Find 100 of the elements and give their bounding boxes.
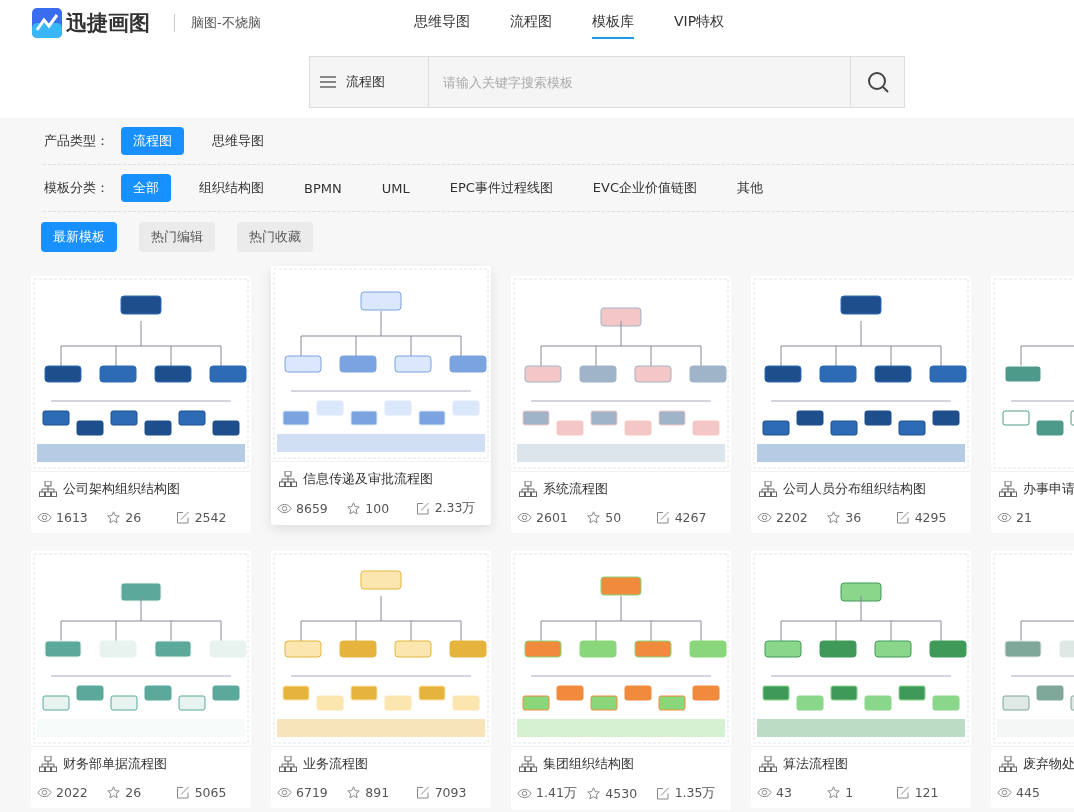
- edit-icon: [655, 511, 671, 524]
- template-title: 集团组织结构图: [543, 755, 634, 773]
- star-icon: [586, 511, 602, 524]
- eye-icon: [997, 786, 1012, 799]
- hierarchy-icon: [519, 481, 537, 497]
- stat-count: 4295: [914, 510, 947, 525]
- stat-count: 2542: [194, 510, 227, 525]
- search-button[interactable]: [851, 56, 905, 108]
- template-card[interactable]: 集团组织结构图 1.41万 4530 1.35万: [511, 551, 731, 810]
- star-icon: [346, 786, 362, 799]
- edit-icon: [175, 511, 191, 524]
- eye-icon: [757, 786, 772, 799]
- stat-count: 26: [125, 785, 142, 800]
- template-title: 业务流程图: [303, 755, 368, 773]
- template-title: 系统流程图: [543, 480, 608, 498]
- stat-count: 1: [845, 785, 854, 800]
- edit-icon: [415, 786, 431, 799]
- nav-link[interactable]: 思维导图: [414, 7, 470, 39]
- template-title: 公司架构组织结构图: [63, 480, 180, 498]
- stat-count: 100: [365, 501, 390, 516]
- star-icon: [586, 787, 602, 800]
- edit-icon: [895, 786, 911, 799]
- nav-link[interactable]: 模板库: [592, 7, 634, 39]
- stat-count: 121: [914, 785, 939, 800]
- filter-option[interactable]: EPC事件过程线图: [437, 174, 565, 202]
- hierarchy-icon: [999, 481, 1017, 497]
- stat-count: 4267: [674, 510, 707, 525]
- template-card[interactable]: 财务部单据流程图 2022 26 5065: [31, 551, 251, 808]
- star-icon: [106, 786, 122, 799]
- stat-count: 36: [845, 510, 862, 525]
- logo-text: 迅捷画图: [66, 10, 150, 37]
- eye-icon: [277, 502, 292, 515]
- stat-count: 2022: [56, 785, 88, 800]
- template-card[interactable]: 公司架构组织结构图 1613 26 2542: [31, 276, 251, 533]
- template-card[interactable]: 信息传递及审批流程图 8659 100 2.33万: [271, 266, 491, 525]
- star-icon: [106, 511, 122, 524]
- stat-count: 1613: [56, 510, 88, 525]
- hierarchy-icon: [759, 481, 777, 497]
- stat-count: 6719: [296, 785, 328, 800]
- eye-icon: [37, 511, 52, 524]
- stat-count: 1.35万: [674, 785, 716, 802]
- filter-option[interactable]: 组织结构图: [187, 174, 276, 202]
- template-title: 公司人员分布组织结构图: [783, 480, 926, 498]
- stat-count: 1.41万: [536, 785, 577, 802]
- template-card[interactable]: 算法流程图 43 1 121: [751, 551, 971, 808]
- search-field[interactable]: 请输入关键字搜索模板: [429, 56, 851, 108]
- stat-count: 2601: [536, 510, 568, 525]
- template-card[interactable]: 业务流程图 6719 891 7093: [271, 551, 491, 808]
- filter-label: 产品类型：: [44, 132, 109, 150]
- star-icon: [826, 786, 842, 799]
- stat-count: 43: [776, 785, 792, 800]
- template-card[interactable]: 废弃物处 445: [991, 551, 1074, 808]
- hierarchy-icon: [759, 756, 777, 772]
- hierarchy-icon: [279, 756, 297, 772]
- eye-icon: [37, 786, 52, 799]
- star-icon: [826, 511, 842, 524]
- edit-icon: [895, 511, 911, 524]
- filter-option[interactable]: UML: [369, 175, 422, 201]
- menu-icon: [320, 76, 336, 88]
- filter-option[interactable]: EVC企业价值链图: [580, 174, 709, 202]
- sort-tab[interactable]: 热门编辑: [139, 222, 215, 252]
- search-icon: [866, 71, 889, 93]
- stat-count: 50: [605, 510, 622, 525]
- edit-icon: [655, 787, 671, 800]
- filter-option[interactable]: 其他: [725, 174, 775, 202]
- template-title: 办事申请: [1023, 480, 1074, 498]
- stat-count: 891: [365, 785, 390, 800]
- edit-icon: [415, 502, 431, 515]
- slogan: 脑图-不烧脑: [191, 14, 261, 32]
- nav-link[interactable]: 流程图: [510, 7, 552, 39]
- template-card[interactable]: 系统流程图 2601 50 4267: [511, 276, 731, 533]
- eye-icon: [277, 786, 292, 799]
- eye-icon: [517, 787, 532, 800]
- stat-count: 5065: [194, 785, 227, 800]
- sort-tab[interactable]: 热门收藏: [237, 222, 313, 252]
- eye-icon: [757, 511, 772, 524]
- hierarchy-icon: [39, 481, 57, 497]
- edit-icon: [175, 786, 191, 799]
- stat-count: 2202: [776, 510, 808, 525]
- hierarchy-icon: [519, 756, 537, 772]
- stat-count: 7093: [434, 785, 467, 800]
- stat-count: 26: [125, 510, 142, 525]
- star-icon: [346, 502, 362, 515]
- logo-icon: [32, 8, 62, 38]
- stat-count: 2.33万: [434, 500, 476, 517]
- filter-option[interactable]: 思维导图: [200, 127, 276, 155]
- template-title: 信息传递及审批流程图: [303, 470, 433, 488]
- template-title: 废弃物处: [1023, 755, 1074, 773]
- stat-count: 445: [1016, 785, 1040, 800]
- template-card[interactable]: 公司人员分布组织结构图 2202 36 4295: [751, 276, 971, 533]
- eye-icon: [517, 511, 532, 524]
- filter-option[interactable]: BPMN: [292, 175, 354, 201]
- template-card[interactable]: 办事申请 21: [991, 276, 1074, 533]
- template-title: 算法流程图: [783, 755, 848, 773]
- eye-icon: [997, 511, 1012, 524]
- filter-label: 模板分类：: [44, 179, 109, 197]
- category-dropdown[interactable]: 流程图: [309, 56, 429, 108]
- nav-link[interactable]: VIP特权: [674, 7, 725, 39]
- template-title: 财务部单据流程图: [63, 755, 167, 773]
- stat-count: 4530: [605, 786, 638, 801]
